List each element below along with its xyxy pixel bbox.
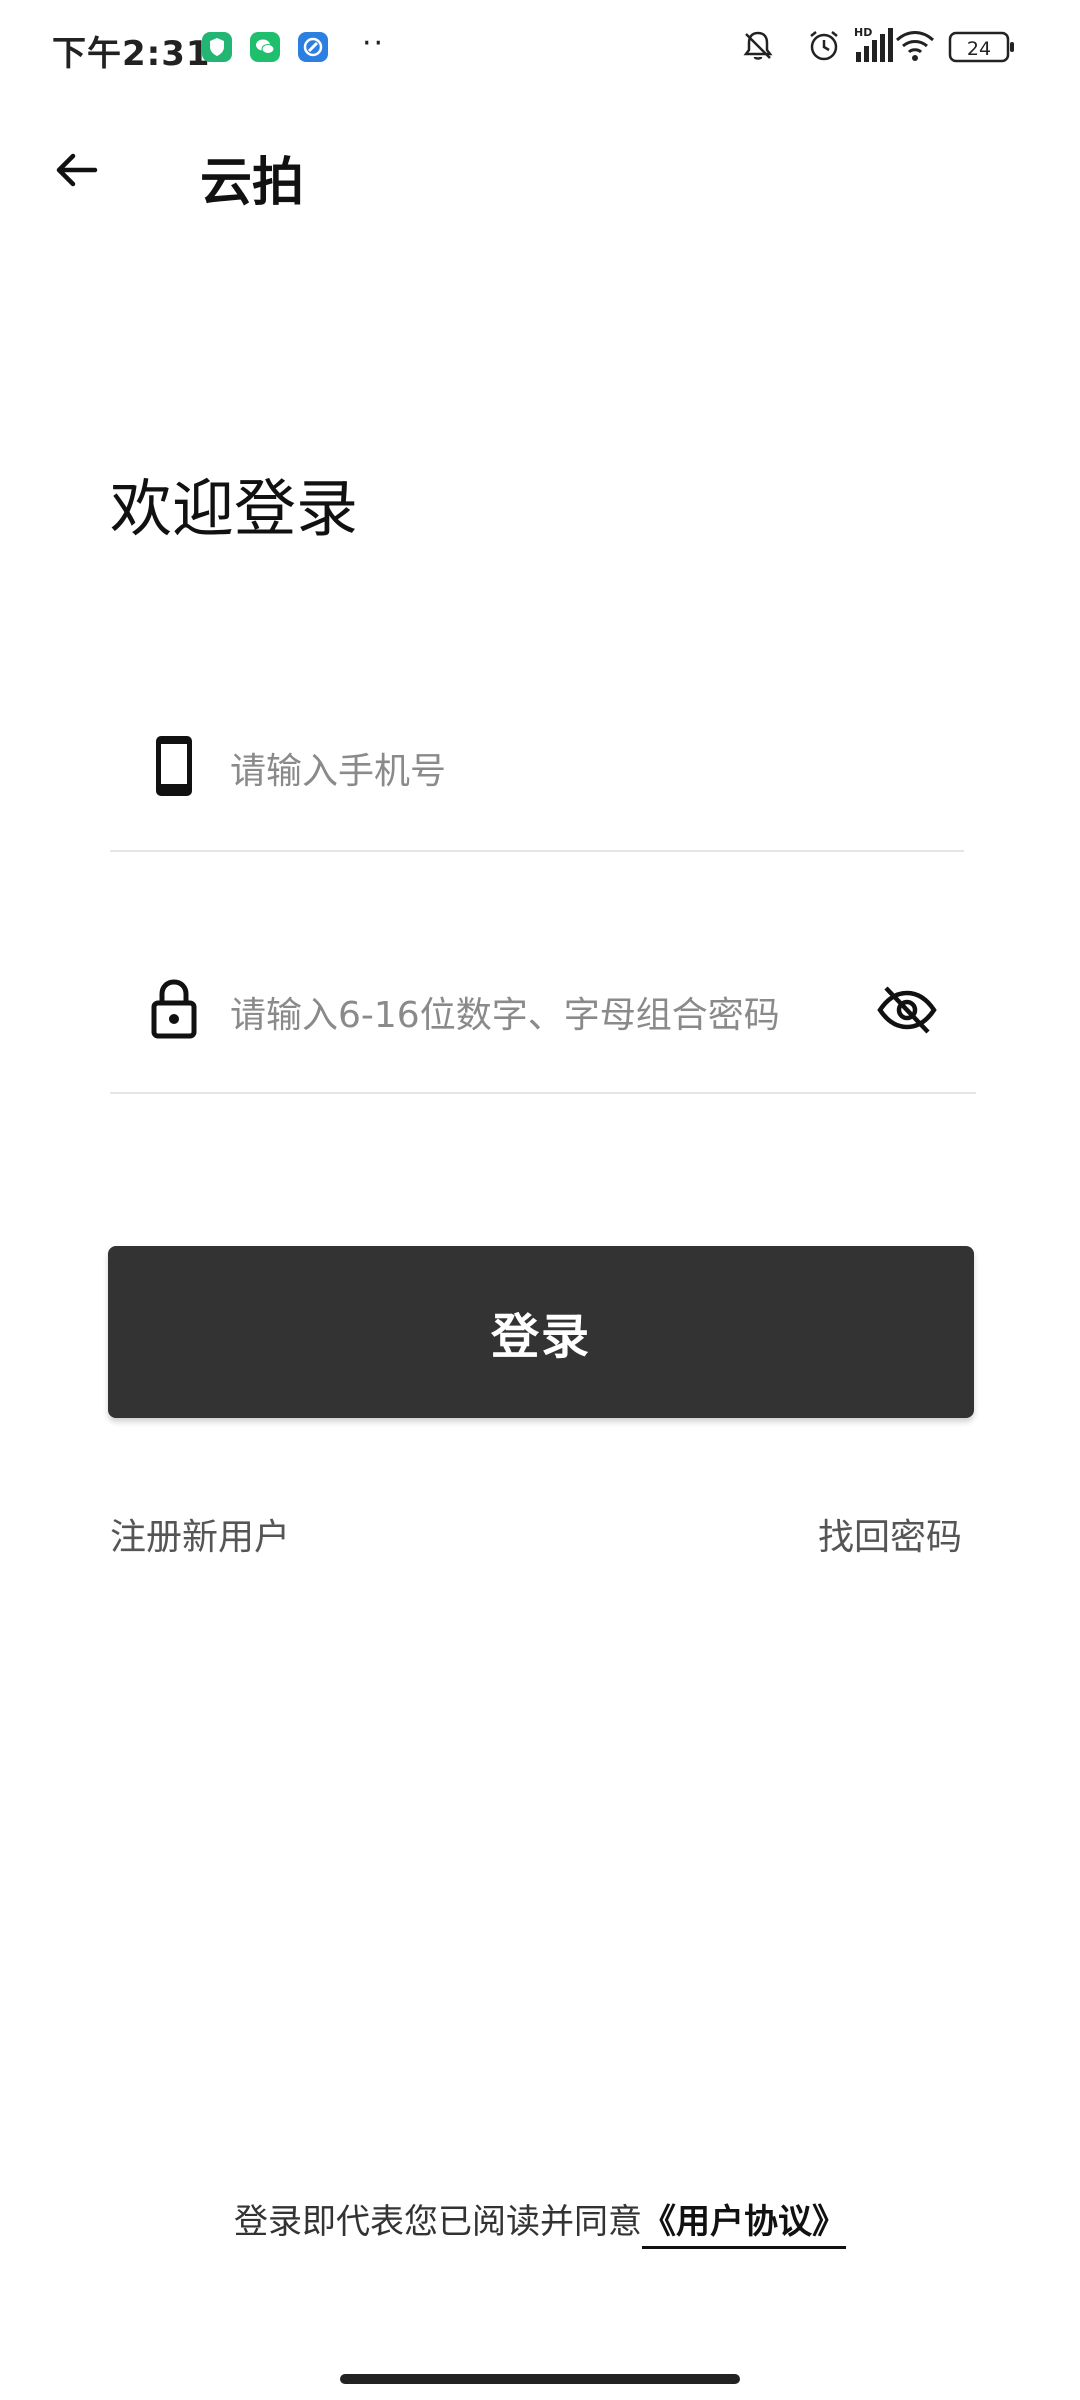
login-button-label: 登录 — [490, 1309, 591, 1365]
wifi-icon — [895, 31, 935, 61]
register-link[interactable]: 注册新用户 — [110, 1508, 290, 1560]
more-notifications: ·· — [362, 26, 386, 61]
password-input[interactable]: 请输入6-16位数字、字母组合密码 — [230, 986, 780, 1038]
alarm-icon — [810, 31, 838, 61]
battery-level: 24 — [967, 38, 991, 60]
status-time: 下午2:31 — [52, 34, 211, 74]
status-bar: 下午2:31 ·· HD 24 — [0, 0, 1080, 96]
welcome-heading: 欢迎登录 — [110, 472, 359, 545]
battery-icon: 24 — [948, 31, 1014, 63]
home-indicator[interactable] — [340, 2374, 740, 2384]
phone-icon — [148, 732, 200, 800]
forgot-password-link[interactable]: 找回密码 — [818, 1508, 962, 1560]
compass-app-icon — [298, 32, 328, 62]
phone-divider — [110, 850, 964, 852]
login-button[interactable]: 登录 — [108, 1246, 974, 1418]
user-agreement-link[interactable]: 《用户协议》 — [642, 2202, 846, 2249]
shield-app-icon — [202, 32, 232, 62]
lock-icon — [146, 976, 202, 1040]
password-divider — [110, 1092, 976, 1094]
eye-off-icon[interactable] — [874, 980, 940, 1040]
phone-input[interactable]: 请输入手机号 — [230, 742, 446, 794]
bell-off-icon — [743, 31, 773, 60]
page-title: 云拍 — [200, 153, 305, 213]
signal-icon: HD — [854, 26, 893, 62]
network-type: HD — [854, 26, 872, 39]
back-button[interactable] — [44, 138, 108, 202]
wechat-icon — [250, 32, 280, 62]
arrow-left-icon — [56, 153, 98, 187]
agreement-text: 登录即代表您已阅读并同意《用户协议》 — [0, 2194, 1080, 2249]
agreement-prefix: 登录即代表您已阅读并同意 — [234, 2202, 642, 2242]
